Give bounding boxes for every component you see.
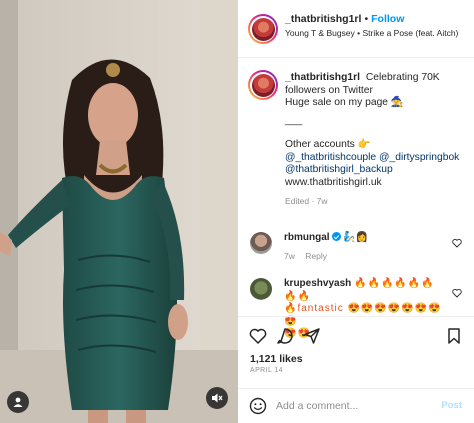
comment-username[interactable]: rbmungal	[284, 232, 330, 243]
post-actions-bar: 1,121 likes APRIL 14	[238, 316, 474, 388]
tagged-users-button[interactable]	[7, 391, 29, 413]
caption-divider: ___	[285, 114, 303, 126]
post-header: _thatbritishg1rl • Follow Young T & Bugsey…	[238, 0, 474, 58]
comment-avatar[interactable]	[250, 278, 272, 300]
audio-track-link[interactable]: Young T & Bugsey • Strike a Pose (feat. …	[285, 28, 467, 39]
post-media-video[interactable]	[0, 0, 238, 423]
comment-bubble-icon[interactable]	[276, 327, 294, 345]
mention-link-2[interactable]: @_dirtyspringbok	[379, 152, 459, 163]
author-avatar[interactable]	[248, 14, 278, 44]
comment-avatar[interactable]	[250, 232, 272, 254]
post-comment-button[interactable]: Post	[441, 400, 462, 411]
comment-reply-button[interactable]: Reply	[305, 251, 327, 261]
bookmark-icon[interactable]	[445, 327, 463, 345]
smiley-icon[interactable]	[249, 397, 267, 415]
caption-other-accounts: Other accounts 👉	[285, 139, 371, 150]
comment-like-heart-icon[interactable]	[452, 238, 462, 248]
caption-meta: Edited · 7w	[285, 196, 328, 206]
comment-time: 7w	[284, 250, 295, 261]
post-side-panel: _thatbritishg1rl • Follow Young T & Bugsey…	[238, 0, 474, 423]
verified-badge-icon	[331, 232, 341, 241]
header-separator: •	[364, 13, 369, 25]
comment-input[interactable]	[276, 397, 426, 415]
caption-username[interactable]: _thatbritishg1rl	[285, 72, 360, 83]
caption-text: _thatbritishg1rl Celebrating 70K followe…	[285, 72, 467, 208]
comment-like-heart-icon[interactable]	[452, 288, 462, 298]
follow-button[interactable]: Follow	[371, 13, 404, 25]
post-date: APRIL 14	[250, 367, 283, 374]
website-text: www.thatbritishgirl.uk	[285, 176, 382, 188]
video-frame	[0, 0, 238, 423]
add-comment-bar: Post	[238, 388, 474, 423]
caption-author-avatar[interactable]	[248, 70, 278, 100]
comment-text: 🧞👩	[343, 232, 369, 243]
comment-username[interactable]: krupeshvyash	[284, 278, 351, 289]
caption-line-2: Huge sale on my page 🧙	[285, 97, 404, 108]
likes-count[interactable]: 1,121 likes	[250, 353, 303, 365]
author-username[interactable]: _thatbritishg1rl	[285, 13, 361, 25]
user-tag-icon	[13, 397, 23, 407]
speaker-muted-icon	[212, 393, 223, 403]
heart-icon[interactable]	[249, 327, 267, 345]
paper-plane-icon[interactable]	[303, 327, 321, 345]
mention-link-3[interactable]: @thatbritishgirl_backup	[285, 164, 467, 177]
mute-toggle-button[interactable]	[206, 387, 228, 409]
mention-link-1[interactable]: @_thatbritishcouple	[285, 152, 376, 163]
